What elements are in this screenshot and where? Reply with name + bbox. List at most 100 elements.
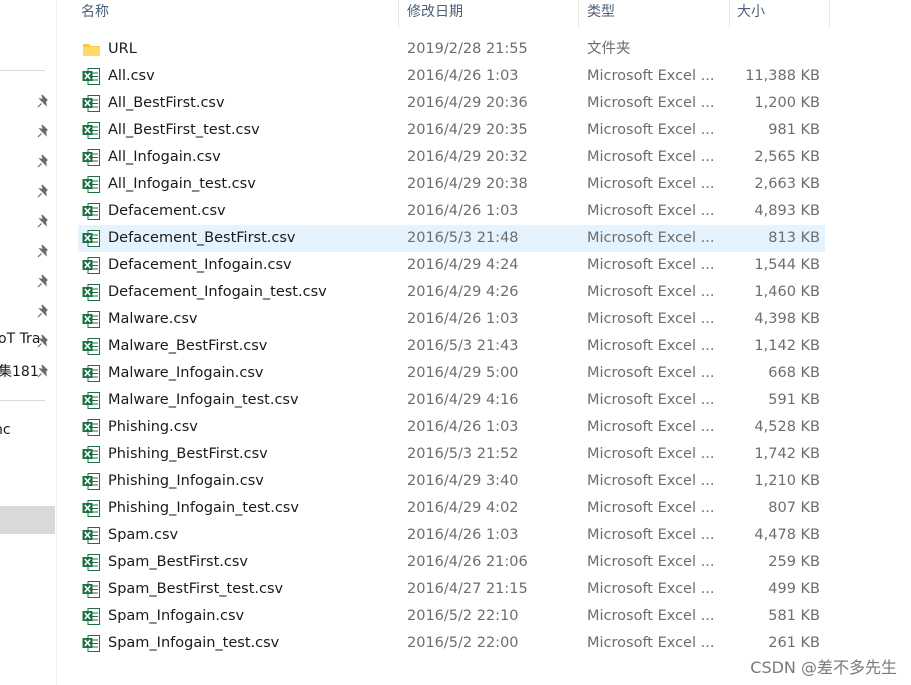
column-divider[interactable] (578, 0, 579, 27)
file-type: Microsoft Excel ... (587, 149, 715, 165)
table-row[interactable]: Malware_Infogain.csv 2016/4/29 5:00 Micros… (78, 360, 825, 387)
file-size: 1,544 KB (754, 257, 820, 273)
file-name: Malware_Infogain_test.csv (108, 392, 299, 408)
file-size: 2,565 KB (754, 149, 820, 165)
file-name: Phishing.csv (108, 419, 198, 435)
file-name: Phishing_BestFirst.csv (108, 446, 268, 462)
file-modified-date: 2016/4/26 1:03 (407, 527, 519, 543)
table-row[interactable]: Spam.csv 2016/4/26 1:03 Microsoft Excel ..… (78, 522, 825, 549)
pin-icon[interactable] (37, 334, 51, 348)
table-row-selected[interactable]: Defacement_BestFirst.csv 2016/5/3 21:48 Mi… (78, 225, 825, 252)
file-type: Microsoft Excel ... (587, 446, 715, 462)
nav-divider (0, 70, 45, 71)
file-type: Microsoft Excel ... (587, 581, 715, 597)
table-row[interactable]: Spam_Infogain_test.csv 2016/5/2 22:00 Micr… (78, 630, 825, 657)
table-row[interactable]: Phishing_Infogain.csv 2016/4/29 3:40 Micro… (78, 468, 825, 495)
table-row[interactable]: Malware_BestFirst.csv 2016/5/3 21:43 Micro… (78, 333, 825, 360)
file-type: Microsoft Excel ... (587, 365, 715, 381)
file-modified-date: 2016/4/29 20:32 (407, 149, 528, 165)
column-header-size[interactable]: 大小 (737, 0, 765, 27)
table-row[interactable]: Defacement_Infogain_test.csv 2016/4/29 4:… (78, 279, 825, 306)
column-divider[interactable] (729, 0, 730, 27)
file-type: Microsoft Excel ... (587, 203, 715, 219)
column-header-type[interactable]: 类型 (587, 0, 615, 27)
excel-icon (82, 419, 100, 436)
file-name: Malware.csv (108, 311, 198, 327)
file-type: Microsoft Excel ... (587, 419, 715, 435)
file-type: Microsoft Excel ... (587, 284, 715, 300)
pin-icon[interactable] (37, 184, 51, 198)
file-size: 4,398 KB (754, 311, 820, 327)
file-type: Microsoft Excel ... (587, 95, 715, 111)
table-row[interactable]: Defacement.csv 2016/4/26 1:03 Microsoft Ex… (78, 198, 825, 225)
table-row[interactable]: URL 2019/2/28 21:55 文件夹 (78, 36, 825, 63)
excel-icon (82, 527, 100, 544)
table-row[interactable]: Malware.csv 2016/4/26 1:03 Microsoft Excel… (78, 306, 825, 333)
excel-icon (82, 446, 100, 463)
file-size: 4,478 KB (754, 527, 820, 543)
file-size: 4,893 KB (754, 203, 820, 219)
nav-item-selected[interactable] (0, 506, 55, 534)
column-header-name[interactable]: 名称 (81, 0, 109, 27)
file-modified-date: 2016/5/3 21:43 (407, 338, 519, 354)
nav-item-label[interactable]: 集181 (0, 361, 39, 381)
excel-icon (82, 203, 100, 220)
pin-icon[interactable] (37, 244, 51, 258)
table-row[interactable]: All_Infogain.csv 2016/4/29 20:32 Microsoft… (78, 144, 825, 171)
file-modified-date: 2016/4/26 1:03 (407, 311, 519, 327)
file-size: 591 KB (768, 392, 820, 408)
file-type: Microsoft Excel ... (587, 68, 715, 84)
table-row[interactable]: Spam_BestFirst.csv 2016/4/26 21:06 Microso… (78, 549, 825, 576)
pin-icon[interactable] (37, 364, 51, 378)
file-name: All_Infogain_test.csv (108, 176, 256, 192)
file-type: Microsoft Excel ... (587, 635, 715, 651)
column-divider[interactable] (829, 0, 830, 27)
pin-icon[interactable] (37, 214, 51, 228)
excel-icon (82, 338, 100, 355)
file-modified-date: 2016/4/29 5:00 (407, 365, 519, 381)
column-header-row: 名称 修改日期 类型 大小 (57, 0, 911, 27)
excel-icon (82, 149, 100, 166)
navigation-pane: oT Tra 集181 nc (0, 0, 56, 685)
file-name: URL (108, 41, 137, 57)
file-size: 807 KB (768, 500, 820, 516)
nav-item-label[interactable]: oT Tra (0, 331, 40, 347)
pin-icon[interactable] (37, 94, 51, 108)
file-type: Microsoft Excel ... (587, 230, 715, 246)
file-modified-date: 2019/2/28 21:55 (407, 41, 528, 57)
file-modified-date: 2016/4/29 4:16 (407, 392, 519, 408)
excel-icon (82, 122, 100, 139)
file-name: All_BestFirst.csv (108, 95, 225, 111)
table-row[interactable]: Phishing_BestFirst.csv 2016/5/3 21:52 Micr… (78, 441, 825, 468)
table-row[interactable]: All_BestFirst_test.csv 2016/4/29 20:35 Mic… (78, 117, 825, 144)
file-name: Defacement_Infogain.csv (108, 257, 292, 273)
table-row[interactable]: All_Infogain_test.csv 2016/4/29 20:38 Micr… (78, 171, 825, 198)
excel-icon (82, 554, 100, 571)
file-name: All_Infogain.csv (108, 149, 221, 165)
table-row[interactable]: Defacement_Infogain.csv 2016/4/29 4:24 Mic… (78, 252, 825, 279)
file-modified-date: 2016/5/2 22:00 (407, 635, 519, 651)
table-row[interactable]: All_BestFirst.csv 2016/4/29 20:36 Microsof… (78, 90, 825, 117)
table-row[interactable]: Spam_BestFirst_test.csv 2016/4/27 21:15 Mi… (78, 576, 825, 603)
file-modified-date: 2016/4/29 4:24 (407, 257, 519, 273)
file-size: 11,388 KB (745, 68, 820, 84)
pin-icon[interactable] (37, 274, 51, 288)
excel-icon (82, 284, 100, 301)
file-name: Defacement.csv (108, 203, 226, 219)
file-size: 4,528 KB (754, 419, 820, 435)
file-modified-date: 2016/4/29 4:26 (407, 284, 519, 300)
column-divider[interactable] (398, 0, 399, 27)
pin-icon[interactable] (37, 304, 51, 318)
file-name: Phishing_Infogain_test.csv (108, 500, 299, 516)
pin-icon[interactable] (37, 124, 51, 138)
file-type: Microsoft Excel ... (587, 311, 715, 327)
table-row[interactable]: Phishing.csv 2016/4/26 1:03 Microsoft Exce… (78, 414, 825, 441)
table-row[interactable]: Phishing_Infogain_test.csv 2016/4/29 4:02… (78, 495, 825, 522)
nav-item-label[interactable]: nc (0, 422, 11, 438)
file-name: Spam_BestFirst.csv (108, 554, 249, 570)
table-row[interactable]: All.csv 2016/4/26 1:03 Microsoft Excel ...… (78, 63, 825, 90)
table-row[interactable]: Malware_Infogain_test.csv 2016/4/29 4:16 M… (78, 387, 825, 414)
column-header-date[interactable]: 修改日期 (407, 0, 463, 27)
table-row[interactable]: Spam_Infogain.csv 2016/5/2 22:10 Microsoft… (78, 603, 825, 630)
pin-icon[interactable] (37, 154, 51, 168)
